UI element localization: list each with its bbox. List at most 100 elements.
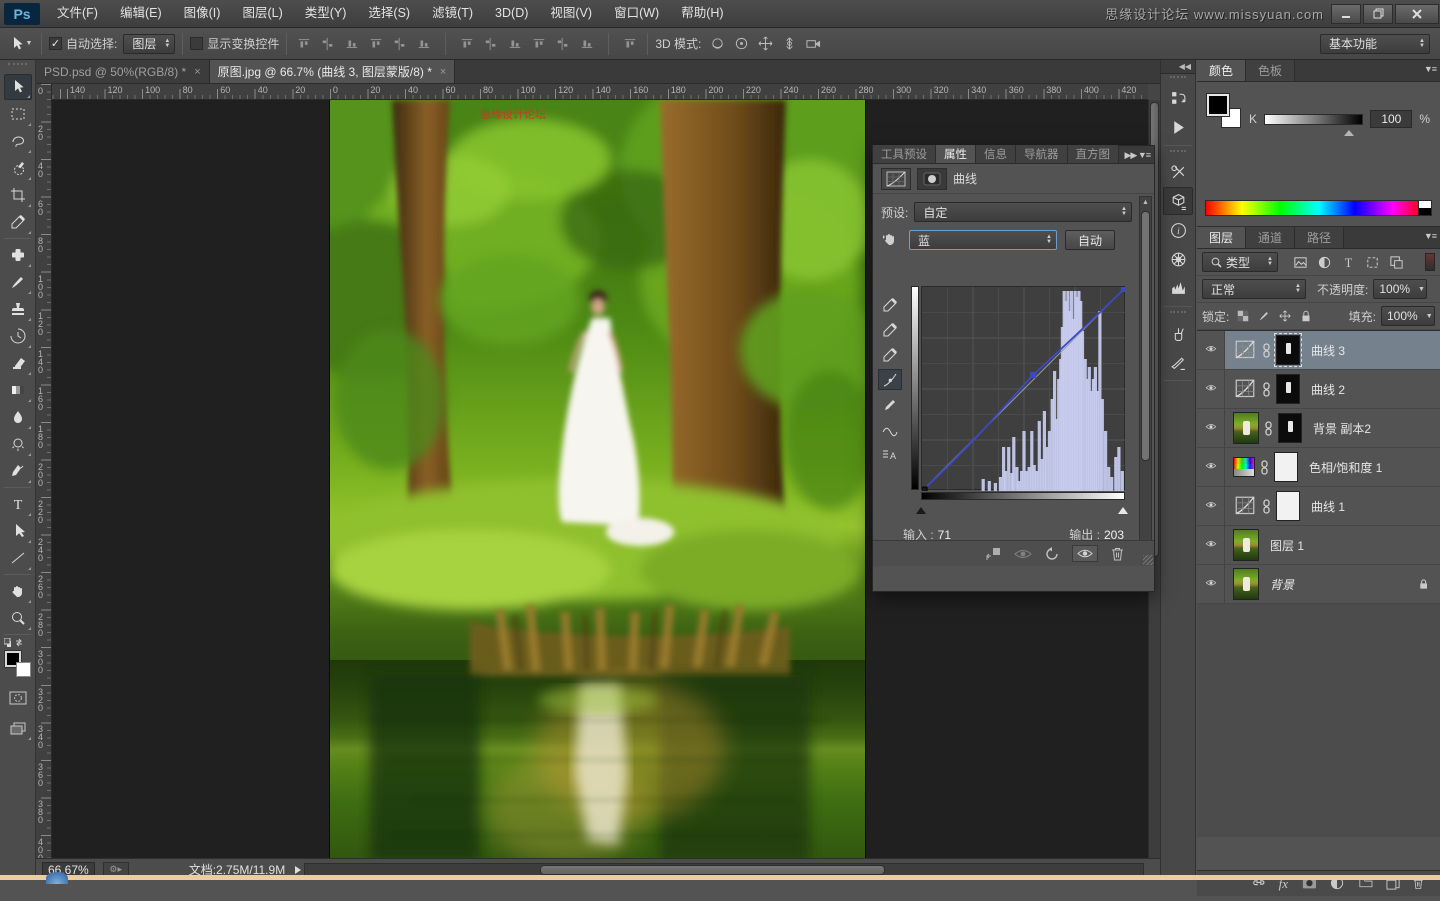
vertical-ruler[interactable]: 02 04 06 08 01 0 01 2 01 4 01 6 01 8 02 … [36, 84, 52, 858]
tab-properties-2[interactable]: 信息 [976, 145, 1016, 163]
distribute-top-edges-icon[interactable] [457, 34, 477, 54]
info-panel-icon[interactable]: i [1163, 216, 1193, 244]
curve-display-options-icon[interactable]: A [878, 444, 902, 465]
filter-type-icon[interactable]: T [1337, 252, 1359, 272]
horizontal-ruler[interactable]: 1401201008060402002040608010012014016018… [52, 84, 1148, 100]
layer-row-body[interactable]: 曲线 1 [1225, 491, 1440, 521]
close-button[interactable] [1395, 4, 1439, 24]
navigator-panel-icon[interactable] [1163, 245, 1193, 273]
layer-name[interactable]: 背景 [1270, 576, 1294, 593]
layer-filter-dropdown[interactable]: 类型▲▼ [1202, 252, 1278, 272]
panel-menu-icon[interactable]: ▼≡ [1424, 64, 1436, 74]
layer-name[interactable]: 曲线 1 [1311, 498, 1345, 515]
document-tab-1[interactable]: 原图.jpg @ 66.7% (曲线 3, 图层蒙版/8) *× [210, 60, 456, 83]
filter-smart-object-icon[interactable] [1385, 252, 1407, 272]
tab-properties-4[interactable]: 直方图 [1068, 145, 1120, 163]
3d-slide-icon[interactable] [779, 34, 799, 54]
menu-item-3[interactable]: 图层(L) [231, 0, 293, 27]
curves-adjustment-icon[interactable] [881, 168, 911, 190]
screen-mode-button[interactable] [4, 715, 32, 741]
brush-tool[interactable] [4, 269, 32, 295]
tools-grip[interactable] [8, 63, 27, 71]
lasso-tool[interactable] [4, 128, 32, 154]
scroll-up-arrow[interactable]: ▲ [1140, 197, 1151, 208]
opacity-dropdown[interactable]: 100%▼ [1373, 279, 1427, 299]
layer-mask-thumbnail[interactable] [1274, 452, 1298, 482]
lock-paint-icon[interactable] [1257, 309, 1271, 323]
lock-transparent-icon[interactable] [1236, 309, 1250, 323]
menu-item-6[interactable]: 滤镜(T) [421, 0, 484, 27]
type-tool[interactable]: T [4, 491, 32, 517]
status-arrow-icon[interactable] [293, 865, 303, 875]
align-horizontal-centers-icon[interactable] [390, 34, 410, 54]
panel-resize-grip[interactable] [1143, 555, 1153, 565]
tab-properties-3[interactable]: 导航器 [1016, 145, 1068, 163]
k-value-field[interactable]: 100 [1370, 110, 1412, 128]
filter-image-icon[interactable] [1289, 252, 1311, 272]
menu-item-8[interactable]: 视图(V) [539, 0, 603, 27]
distribute-vertical-centers-icon[interactable] [481, 34, 501, 54]
menu-item-9[interactable]: 窗口(W) [603, 0, 670, 27]
layer-mask-thumbnail[interactable] [1276, 491, 1300, 521]
menu-item-4[interactable]: 类型(Y) [294, 0, 358, 27]
document-tab-0[interactable]: PSD.psd @ 50%(RGB/8) *× [36, 60, 210, 83]
pen-tool[interactable] [4, 458, 32, 484]
gradient-tool[interactable] [4, 377, 32, 403]
layer-mask-thumbnail[interactable] [1276, 335, 1300, 365]
quick-mask-button[interactable] [4, 685, 32, 711]
tab-layers-2[interactable]: 路径 [1295, 227, 1344, 248]
background-color[interactable] [16, 662, 31, 677]
tab-properties-1[interactable]: 属性 [936, 145, 976, 163]
tab-layers-1[interactable]: 通道 [1246, 227, 1295, 248]
k-slider-thumb[interactable] [1344, 125, 1354, 136]
menu-item-0[interactable]: 文件(F) [46, 0, 109, 27]
layer-visibility-toggle[interactable] [1197, 565, 1225, 603]
tool-presets-panel-icon[interactable] [1163, 158, 1193, 186]
align-right-edges-icon[interactable] [414, 34, 434, 54]
align-bottom-edges-icon[interactable] [342, 34, 362, 54]
workspace-dropdown[interactable]: 基本功能▲▼ [1320, 34, 1430, 54]
histogram-panel-icon[interactable] [1163, 274, 1193, 302]
crop-tool[interactable] [4, 182, 32, 208]
properties-panel-icon[interactable] [1163, 187, 1193, 215]
clip-to-layer-icon[interactable] [985, 547, 1001, 561]
gray-point-eyedropper[interactable] [878, 319, 902, 340]
properties-scrollbar-thumb[interactable] [1141, 211, 1150, 461]
tab-close-icon[interactable]: × [440, 66, 446, 78]
auto-button[interactable]: 自动 [1065, 230, 1115, 250]
lock-move-icon[interactable] [1278, 309, 1292, 323]
layer-visibility-toggle[interactable] [1197, 448, 1225, 486]
distribute-right-edges-icon[interactable] [577, 34, 597, 54]
smudge-tool[interactable] [4, 404, 32, 430]
align-top-edges-icon[interactable] [294, 34, 314, 54]
foreground-background-swatches[interactable] [5, 651, 31, 677]
layer-name[interactable]: 色相/饱和度 1 [1309, 459, 1382, 476]
zoom-tool[interactable] [4, 605, 32, 631]
fill-dropdown[interactable]: 100%▼ [1381, 306, 1435, 326]
targeted-adjustment-icon[interactable] [881, 231, 901, 249]
menu-item-2[interactable]: 图像(I) [173, 0, 232, 27]
layer-name[interactable]: 曲线 3 [1311, 342, 1345, 359]
white-point-slider[interactable] [1118, 502, 1128, 514]
tab-layers-0[interactable]: 图层 [1197, 227, 1246, 248]
line-tool[interactable] [4, 545, 32, 571]
collapse-panels-icon[interactable]: ◀◀ [1161, 60, 1195, 74]
stamp-tool[interactable] [4, 296, 32, 322]
history-panel-icon[interactable] [1163, 84, 1193, 112]
move-tool-option-icon[interactable]: ▼ [8, 32, 34, 56]
layer-filter-toggle[interactable] [1425, 253, 1435, 271]
layer-row-3[interactable]: 色相/饱和度 1 [1197, 448, 1440, 487]
layer-name[interactable]: 曲线 2 [1311, 381, 1345, 398]
distribute-spacing-icon[interactable] [620, 34, 640, 54]
layer-name[interactable]: 背景 副本2 [1313, 420, 1371, 437]
color-foreground-swatch[interactable] [1207, 94, 1229, 116]
move-tool[interactable] [4, 74, 32, 100]
filter-adjustment-icon[interactable] [1313, 252, 1335, 272]
quickselect-tool[interactable] [4, 155, 32, 181]
minimize-button[interactable] [1331, 4, 1361, 24]
show-transform-checkbox[interactable] [190, 37, 203, 50]
default-colors-icon[interactable] [4, 638, 11, 647]
align-vertical-centers-icon[interactable] [318, 34, 338, 54]
spectrum-bw-end[interactable] [1418, 200, 1432, 216]
horizontal-scrollbar-thumb[interactable] [540, 865, 885, 875]
